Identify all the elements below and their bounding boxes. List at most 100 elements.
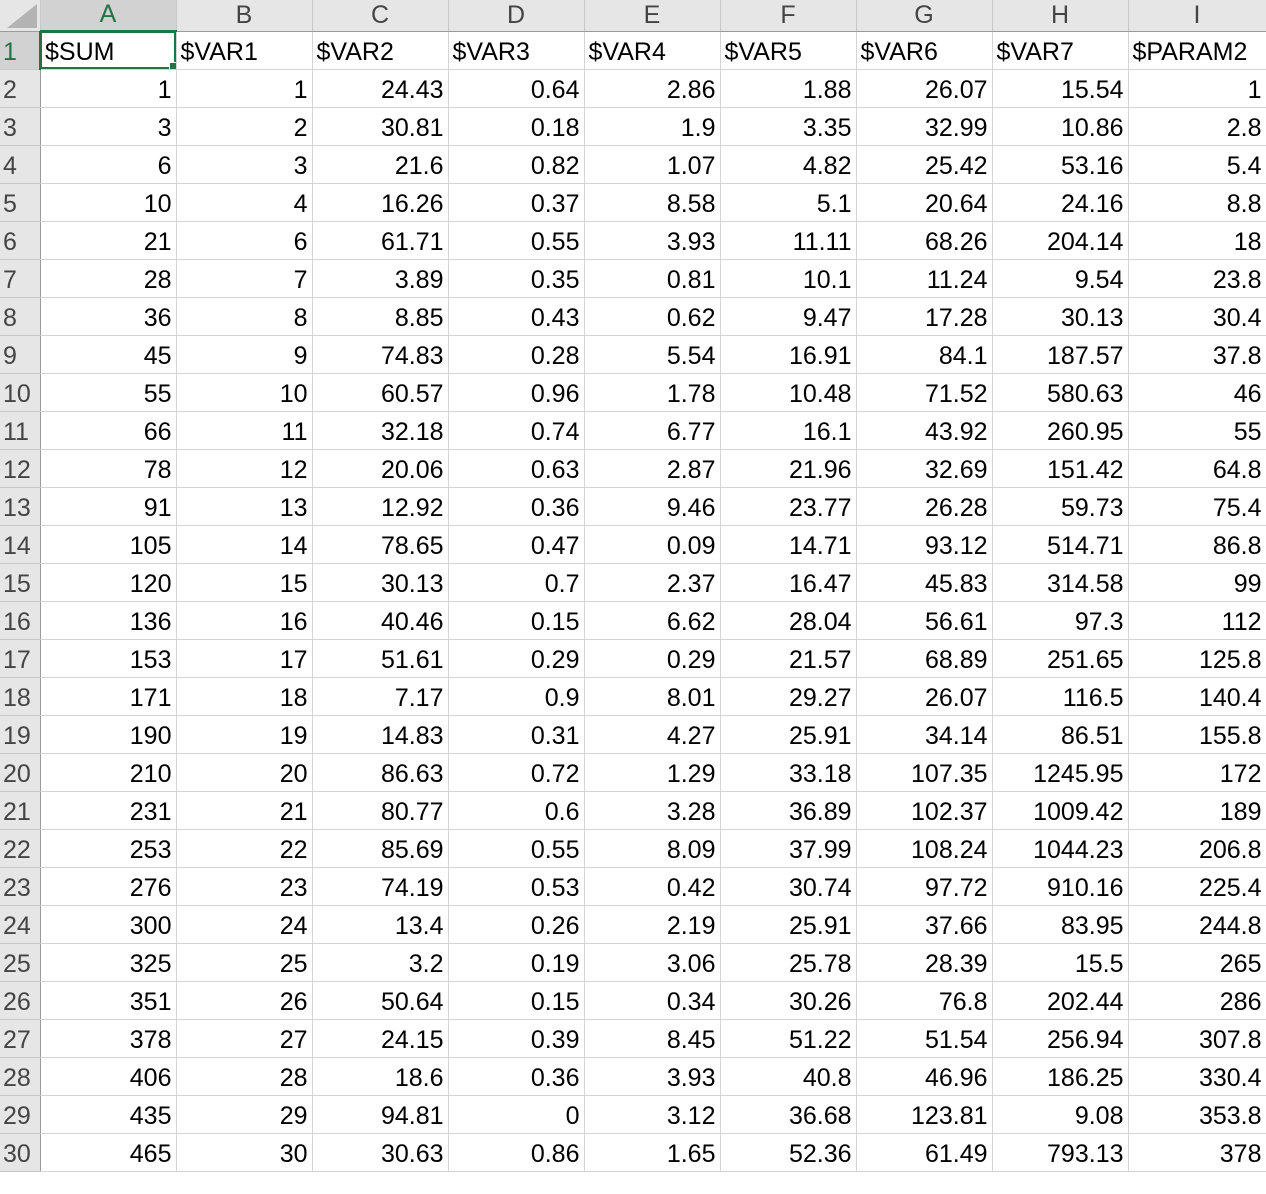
cell-e26[interactable]: 0.34 [584,981,721,1020]
cell-a28[interactable]: 406 [40,1057,177,1096]
cell-e4[interactable]: 1.07 [584,145,721,184]
cell-i20[interactable]: 172 [1128,753,1266,792]
cell-g23[interactable]: 97.72 [856,867,993,906]
cell-i30[interactable]: 378 [1128,1133,1266,1172]
cell-g28[interactable]: 46.96 [856,1057,993,1096]
cell-i12[interactable]: 64.8 [1128,449,1266,488]
cell-c26[interactable]: 50.64 [312,981,449,1020]
cell-f14[interactable]: 14.71 [720,525,857,564]
cell-c8[interactable]: 8.85 [312,297,449,336]
cell-d2[interactable]: 0.64 [448,69,585,108]
cell-e9[interactable]: 5.54 [584,335,721,374]
cell-d30[interactable]: 0.86 [448,1133,585,1172]
cell-c16[interactable]: 40.46 [312,601,449,640]
cell-g19[interactable]: 34.14 [856,715,993,754]
cell-g5[interactable]: 20.64 [856,183,993,222]
row-header-10[interactable]: 10 [0,373,41,412]
cell-i10[interactable]: 46 [1128,373,1266,412]
cell-h2[interactable]: 15.54 [992,69,1129,108]
cell-i18[interactable]: 140.4 [1128,677,1266,716]
cell-a14[interactable]: 105 [40,525,177,564]
row-header-15[interactable]: 15 [0,563,41,602]
cell-i6[interactable]: 18 [1128,221,1266,260]
cell-c5[interactable]: 16.26 [312,183,449,222]
cell-a20[interactable]: 210 [40,753,177,792]
cell-b6[interactable]: 6 [176,221,313,260]
row-header-18[interactable]: 18 [0,677,41,716]
cell-e18[interactable]: 8.01 [584,677,721,716]
cell-h4[interactable]: 53.16 [992,145,1129,184]
cell-c28[interactable]: 18.6 [312,1057,449,1096]
cell-c19[interactable]: 14.83 [312,715,449,754]
cell-b9[interactable]: 9 [176,335,313,374]
cell-b15[interactable]: 15 [176,563,313,602]
cell-a3[interactable]: 3 [40,107,177,146]
cell-e21[interactable]: 3.28 [584,791,721,830]
row-header-12[interactable]: 12 [0,449,41,488]
cell-h19[interactable]: 86.51 [992,715,1129,754]
cell-g13[interactable]: 26.28 [856,487,993,526]
cell-d7[interactable]: 0.35 [448,259,585,298]
cell-c2[interactable]: 24.43 [312,69,449,108]
cell-e17[interactable]: 0.29 [584,639,721,678]
cell-a29[interactable]: 435 [40,1095,177,1134]
cell-g11[interactable]: 43.92 [856,411,993,450]
cell-e24[interactable]: 2.19 [584,905,721,944]
row-header-28[interactable]: 28 [0,1057,41,1096]
cell-g27[interactable]: 51.54 [856,1019,993,1058]
cell-i14[interactable]: 86.8 [1128,525,1266,564]
cell-d23[interactable]: 0.53 [448,867,585,906]
cell-d14[interactable]: 0.47 [448,525,585,564]
cell-f26[interactable]: 30.26 [720,981,857,1020]
cell-e28[interactable]: 3.93 [584,1057,721,1096]
cell-c23[interactable]: 74.19 [312,867,449,906]
cell-d5[interactable]: 0.37 [448,183,585,222]
row-header-3[interactable]: 3 [0,107,41,146]
cell-h14[interactable]: 514.71 [992,525,1129,564]
cell-f9[interactable]: 16.91 [720,335,857,374]
cell-b22[interactable]: 22 [176,829,313,868]
cell-i17[interactable]: 125.8 [1128,639,1266,678]
cell-b29[interactable]: 29 [176,1095,313,1134]
cell-d9[interactable]: 0.28 [448,335,585,374]
cell-e13[interactable]: 9.46 [584,487,721,526]
row-header-9[interactable]: 9 [0,335,41,374]
cell-e10[interactable]: 1.78 [584,373,721,412]
cell-h29[interactable]: 9.08 [992,1095,1129,1134]
cell-d1[interactable]: $VAR3 [448,31,585,70]
cell-h21[interactable]: 1009.42 [992,791,1129,830]
row-header-26[interactable]: 26 [0,981,41,1020]
cell-f5[interactable]: 5.1 [720,183,857,222]
row-header-20[interactable]: 20 [0,753,41,792]
cell-a22[interactable]: 253 [40,829,177,868]
cell-c20[interactable]: 86.63 [312,753,449,792]
cell-f25[interactable]: 25.78 [720,943,857,982]
cell-c6[interactable]: 61.71 [312,221,449,260]
cell-a26[interactable]: 351 [40,981,177,1020]
cell-f29[interactable]: 36.68 [720,1095,857,1134]
cell-i9[interactable]: 37.8 [1128,335,1266,374]
cell-e20[interactable]: 1.29 [584,753,721,792]
cell-h26[interactable]: 202.44 [992,981,1129,1020]
cell-h1[interactable]: $VAR7 [992,31,1129,70]
cell-i26[interactable]: 286 [1128,981,1266,1020]
cell-h24[interactable]: 83.95 [992,905,1129,944]
cell-h8[interactable]: 30.13 [992,297,1129,336]
cell-h16[interactable]: 97.3 [992,601,1129,640]
cell-h10[interactable]: 580.63 [992,373,1129,412]
cell-c1[interactable]: $VAR2 [312,31,449,70]
row-header-21[interactable]: 21 [0,791,41,830]
cell-a17[interactable]: 153 [40,639,177,678]
cell-a7[interactable]: 28 [40,259,177,298]
cell-e15[interactable]: 2.37 [584,563,721,602]
cell-c9[interactable]: 74.83 [312,335,449,374]
cell-c7[interactable]: 3.89 [312,259,449,298]
cell-e2[interactable]: 2.86 [584,69,721,108]
cell-f1[interactable]: $VAR5 [720,31,857,70]
cell-e27[interactable]: 8.45 [584,1019,721,1058]
cell-f30[interactable]: 52.36 [720,1133,857,1172]
cell-b7[interactable]: 7 [176,259,313,298]
cell-h6[interactable]: 204.14 [992,221,1129,260]
cell-i11[interactable]: 55 [1128,411,1266,450]
cell-h25[interactable]: 15.5 [992,943,1129,982]
